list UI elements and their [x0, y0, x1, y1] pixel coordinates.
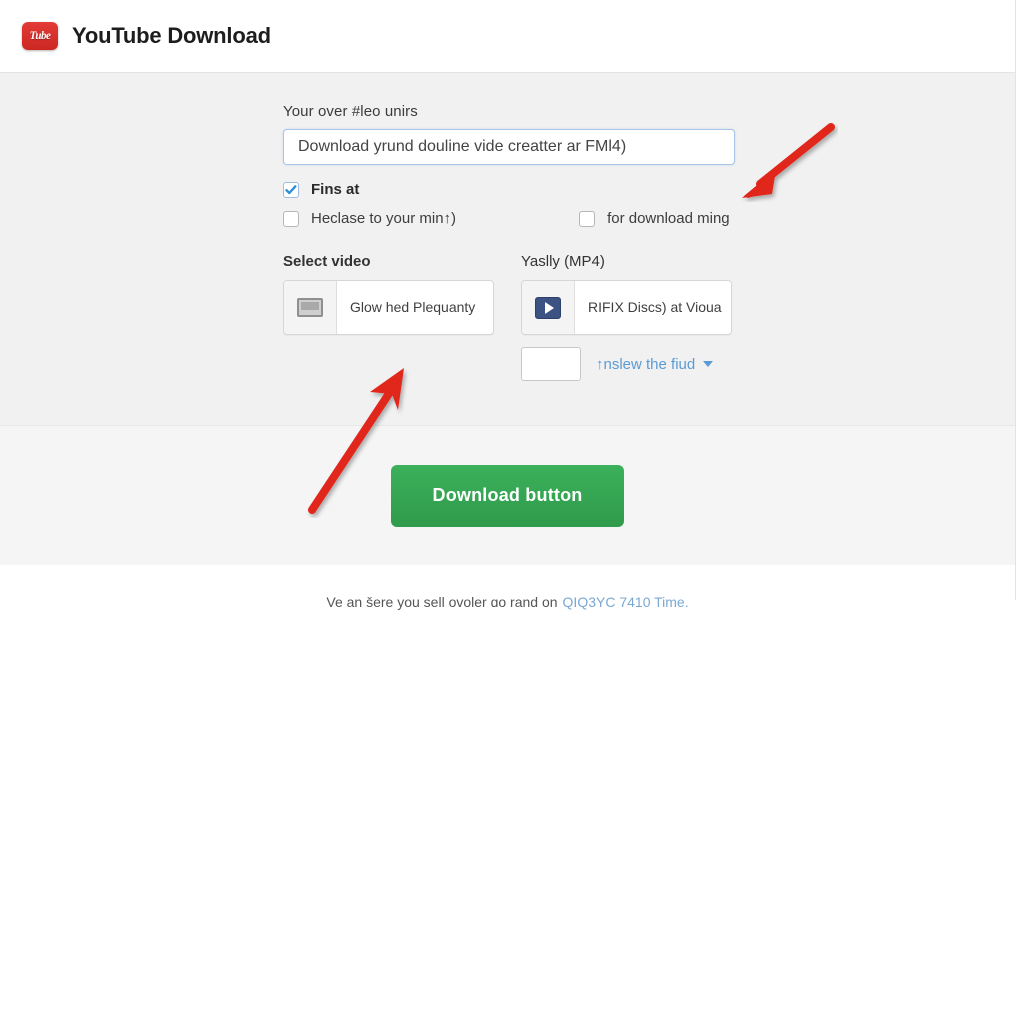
logo-text: Tube [29, 29, 51, 43]
download-button[interactable]: Download button [391, 464, 624, 527]
format-card[interactable]: RIFIX Discs) at Vioua [521, 280, 732, 335]
checkbox-empty-icon[interactable] [579, 210, 596, 227]
page-title: YouTube Download [72, 23, 271, 48]
format-card-text: RIFIX Discs) at Vioua [588, 299, 722, 316]
chevron-down-icon[interactable] [703, 361, 714, 367]
checkbox-item-secondary-left[interactable]: Heclase to your min↑) [283, 210, 456, 227]
select-video-column: Select video Glow hed Plequanty [283, 253, 494, 381]
footer-text: Ve an šere you sell ovoler ɑo rand on [326, 594, 558, 610]
checkbox-item-primary[interactable]: Fins at [283, 181, 359, 198]
select-video-card[interactable]: Glow hed Plequanty [283, 280, 494, 335]
checkbox-empty-icon[interactable] [283, 210, 299, 227]
checkbox-label-primary: Fins at [311, 181, 360, 198]
dropdown-link[interactable]: ↑nslew the fiud [596, 355, 714, 373]
youtube-logo-icon: Tube [22, 22, 58, 50]
footer-link[interactable]: QIQ3YC 7410 Time. [563, 594, 689, 610]
action-strip: Download button [0, 425, 1015, 565]
select-video-card-text: Glow hed Plequanty [350, 299, 476, 316]
play-icon [522, 281, 575, 334]
monitor-icon [284, 281, 337, 334]
app-header: Tube YouTube Download [0, 0, 1015, 73]
checkbox-label-secondary-left: Heclase to your min↑) [311, 210, 457, 227]
url-field-label: Your over #leo unirs [283, 103, 418, 120]
select-video-title: Select video [283, 253, 371, 270]
format-title: Yaslly (MP4) [521, 253, 605, 270]
app-page: Tube YouTube Download Your over #leo uni… [0, 0, 1016, 639]
dropdown-link-label: ↑nslew the fiud [596, 355, 696, 373]
url-input[interactable] [283, 129, 735, 165]
checkbox-item-secondary-right[interactable]: for download ming [579, 210, 730, 227]
checkbox-label-secondary-right: for download ming [607, 210, 730, 227]
quality-input[interactable] [521, 347, 581, 381]
checkbox-row-secondary: Heclase to your min↑) for download ming [283, 210, 1015, 227]
footer: Ve an šere you sell ovoler ɑo rand on QI… [0, 565, 1015, 639]
selector-columns: Select video Glow hed Plequanty Yaslly (… [283, 253, 1015, 381]
checkbox-checked-icon[interactable] [283, 181, 299, 198]
checkbox-row-primary: Fins at [283, 181, 1015, 198]
format-column: Yaslly (MP4) RIFIX Discs) at Vioua ↑nsle… [521, 253, 732, 381]
dropdown-row: ↑nslew the fiud [521, 347, 732, 381]
form-panel: Your over #leo unirs Fins at Heclas [0, 73, 1015, 425]
